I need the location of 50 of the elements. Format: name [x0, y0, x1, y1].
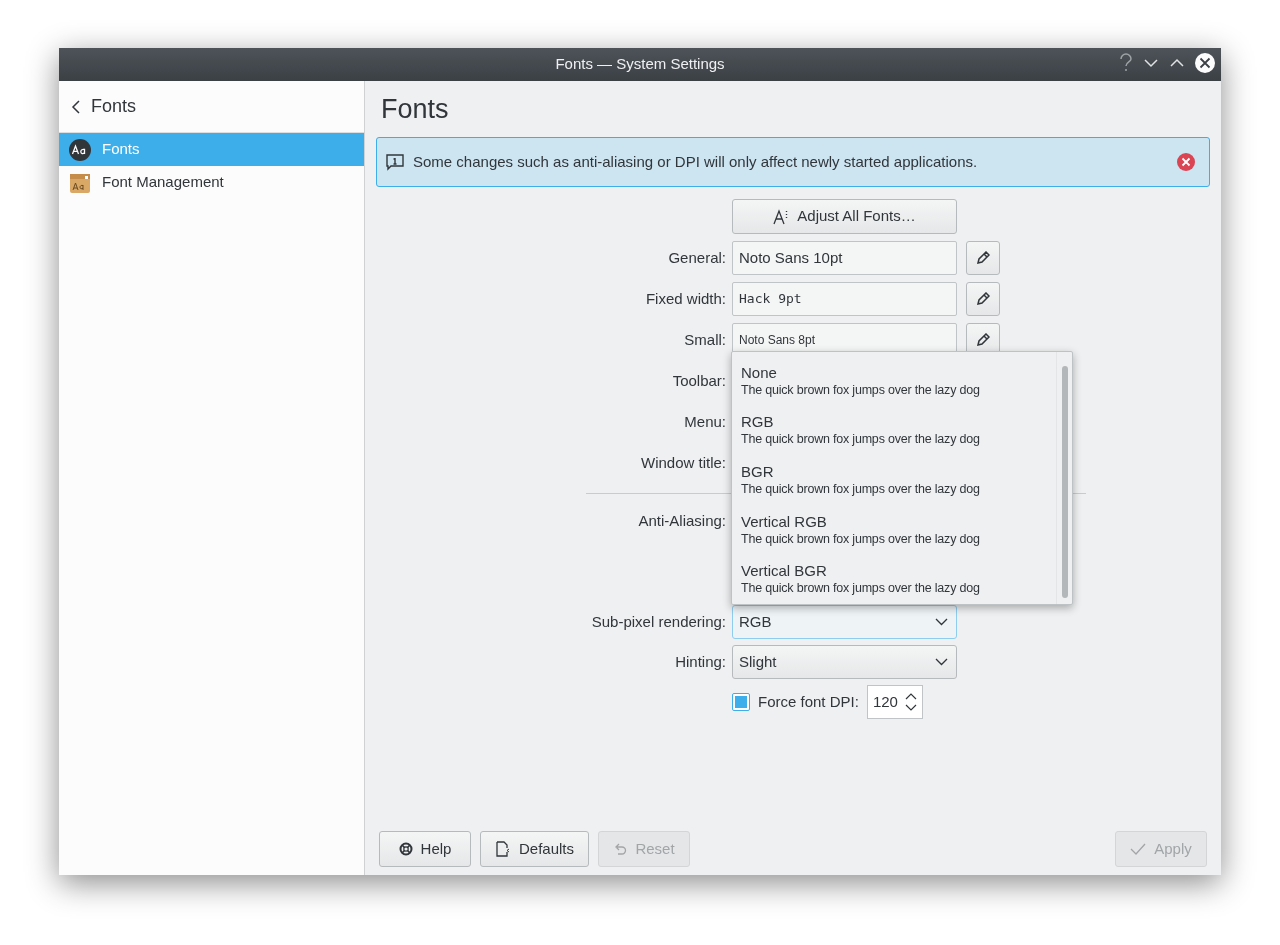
- pencil-icon: [976, 333, 990, 347]
- dropdown-option[interactable]: None The quick brown fox jumps over the lazy dog: [732, 356, 1056, 406]
- field-label: Menu:: [683, 412, 726, 432]
- subpixel-dropdown[interactable]: RGB: [732, 605, 957, 639]
- window-title: Fonts — System Settings: [555, 54, 725, 75]
- sidebar-item[interactable]: Font Management: [59, 166, 364, 199]
- chevron-down-icon: [935, 658, 948, 666]
- chevron-down-icon: [935, 618, 948, 626]
- checkbox-label: Force font DPI:: [758, 691, 859, 712]
- font-icon: [69, 138, 91, 161]
- adjust-fonts-button[interactable]: Adjust All Fonts…: [732, 199, 957, 234]
- scrollbar-handle[interactable]: [1061, 366, 1068, 598]
- dropdown-option[interactable]: BGR The quick brown fox jumps over the lazy dog: [732, 455, 1056, 505]
- help-button[interactable]: Help: [379, 831, 471, 867]
- spin-arrows-icon[interactable]: [904, 692, 917, 712]
- font-field: Noto Sans 10pt: [732, 241, 957, 275]
- field-label: Anti-Aliasing:: [637, 511, 726, 531]
- dropdown-option[interactable]: Vertical RGB The quick brown fox jumps over the lazy dog: [732, 504, 1056, 555]
- choose-font-button[interactable]: [966, 241, 1000, 275]
- pencil-icon: [976, 251, 990, 265]
- package-icon: [69, 171, 91, 194]
- info-icon: [385, 153, 405, 171]
- check-icon: [1130, 842, 1147, 856]
- document-icon: [495, 841, 511, 857]
- field-label: Hinting:: [674, 652, 726, 672]
- sidebar-heading: Fonts: [91, 95, 137, 118]
- field-label: Sub-pixel rendering:: [590, 612, 726, 632]
- page-title: Fonts: [380, 92, 450, 126]
- field-label: Toolbar:: [671, 371, 726, 391]
- undo-icon: [613, 842, 628, 856]
- field-label: Window title:: [639, 453, 726, 473]
- field-label: General:: [667, 248, 726, 268]
- defaults-button[interactable]: Defaults: [480, 831, 590, 867]
- dropdown-option[interactable]: Vertical BGR The quick brown fox jumps over the lazy dog: [732, 554, 1056, 604]
- close-icon[interactable]: [1195, 53, 1215, 73]
- close-icon[interactable]: [1177, 153, 1195, 171]
- dropdown-option[interactable]: RGB The quick brown fox jumps over the lazy dog: [732, 405, 1056, 456]
- help-icon[interactable]: [1119, 53, 1133, 73]
- back-icon[interactable]: [71, 98, 81, 115]
- field-label: Small:: [683, 330, 726, 350]
- pencil-icon: [976, 292, 990, 306]
- checkbox[interactable]: [732, 693, 750, 711]
- font-size-icon: [773, 208, 790, 225]
- font-field: Hack 9pt: [732, 282, 957, 316]
- hinting-dropdown[interactable]: Slight: [732, 645, 957, 679]
- message-text: Some changes such as anti-aliasing or DPI will only affect newly started applications.: [413, 151, 979, 172]
- field-label: Fixed width:: [644, 289, 726, 309]
- choose-font-button[interactable]: [966, 282, 1000, 316]
- lifebuoy-icon: [398, 842, 413, 856]
- dpi-spinbox[interactable]: 120: [866, 685, 923, 719]
